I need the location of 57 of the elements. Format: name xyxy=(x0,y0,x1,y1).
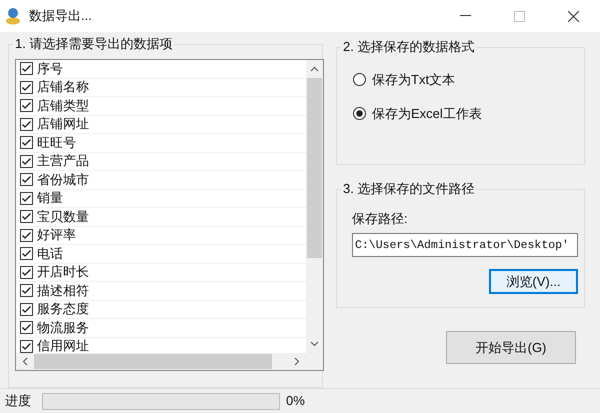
field-item[interactable]: 物流服务 xyxy=(16,319,306,338)
checked-checkbox[interactable] xyxy=(20,247,33,260)
group-title: 1. 请选择需要导出的数据项 xyxy=(13,36,174,52)
checked-checkbox[interactable] xyxy=(20,62,33,76)
checked-checkbox[interactable] xyxy=(20,118,33,131)
checked-checkbox[interactable] xyxy=(20,136,33,150)
progress-reading: 0% xyxy=(286,392,305,410)
maximize-icon xyxy=(514,10,524,22)
field-item[interactable]: 省份城市 xyxy=(16,171,306,190)
field-item[interactable]: 开店时长 xyxy=(16,264,306,282)
checked-checkbox[interactable] xyxy=(20,302,33,316)
scroll-down-icon xyxy=(310,341,319,347)
field-item[interactable]: 电话 xyxy=(16,245,306,264)
checked-checkbox[interactable] xyxy=(20,99,33,112)
group-title: 2. 选择保存的数据格式 xyxy=(341,39,476,55)
progress-label: 进度 xyxy=(5,392,32,410)
field-item[interactable]: 店铺网址 xyxy=(16,116,306,134)
window-title: 数据导出... xyxy=(29,7,92,26)
checked-checkbox[interactable] xyxy=(20,80,33,94)
app-icon xyxy=(5,7,21,25)
checked-checkbox[interactable] xyxy=(20,192,33,205)
radio[interactable] xyxy=(353,73,366,86)
checked-checkbox[interactable] xyxy=(20,228,33,242)
format-radio[interactable]: 保存为Txt文本 xyxy=(353,70,584,90)
scroll-thumb[interactable] xyxy=(34,354,272,369)
browse-button[interactable]: 浏览(V)... xyxy=(489,269,578,294)
group-title: 3. 选择保存的文件路径 xyxy=(341,181,476,197)
checked-checkbox[interactable] xyxy=(20,266,33,279)
checked-checkbox[interactable] xyxy=(20,340,33,353)
vertical-scrollbar[interactable] xyxy=(306,60,323,353)
field-item[interactable]: 店铺类型 xyxy=(16,97,306,116)
path-field[interactable]: C:\Users\Administrator\Desktop' xyxy=(352,233,578,257)
field-item[interactable]: 销量 xyxy=(16,190,306,208)
field-item[interactable]: 店铺名称 xyxy=(16,78,306,97)
close-icon xyxy=(568,10,578,22)
checked-checkbox[interactable] xyxy=(20,284,33,298)
checked-checkbox[interactable] xyxy=(20,321,33,334)
scroll-left-icon xyxy=(22,357,28,366)
selected-radio[interactable] xyxy=(353,106,366,120)
horizontal-scrollbar[interactable] xyxy=(16,353,323,370)
checked-checkbox[interactable] xyxy=(20,173,33,186)
minimize-icon xyxy=(460,15,470,17)
field-item[interactable]: 主营产品 xyxy=(16,152,306,171)
scroll-right-icon xyxy=(294,357,300,366)
scroll-up-icon xyxy=(310,66,319,72)
field-item[interactable]: 序号 xyxy=(16,60,306,78)
scroll-thumb[interactable] xyxy=(307,78,322,258)
field-item[interactable]: 旺旺号 xyxy=(16,134,306,152)
field-item[interactable]: 服务态度 xyxy=(16,300,306,319)
path-label: 保存路径: xyxy=(352,210,409,228)
start-export-button[interactable]: 开始导出(G) xyxy=(446,331,576,364)
field-item[interactable]: 好评率 xyxy=(16,226,306,245)
field-item[interactable]: 描述相符 xyxy=(16,282,306,300)
format-radio[interactable]: 保存为Excel工作表 xyxy=(353,104,584,123)
field-item[interactable]: 宝贝数量 xyxy=(16,208,306,226)
checked-checkbox[interactable] xyxy=(20,154,33,168)
checked-checkbox[interactable] xyxy=(20,210,33,224)
